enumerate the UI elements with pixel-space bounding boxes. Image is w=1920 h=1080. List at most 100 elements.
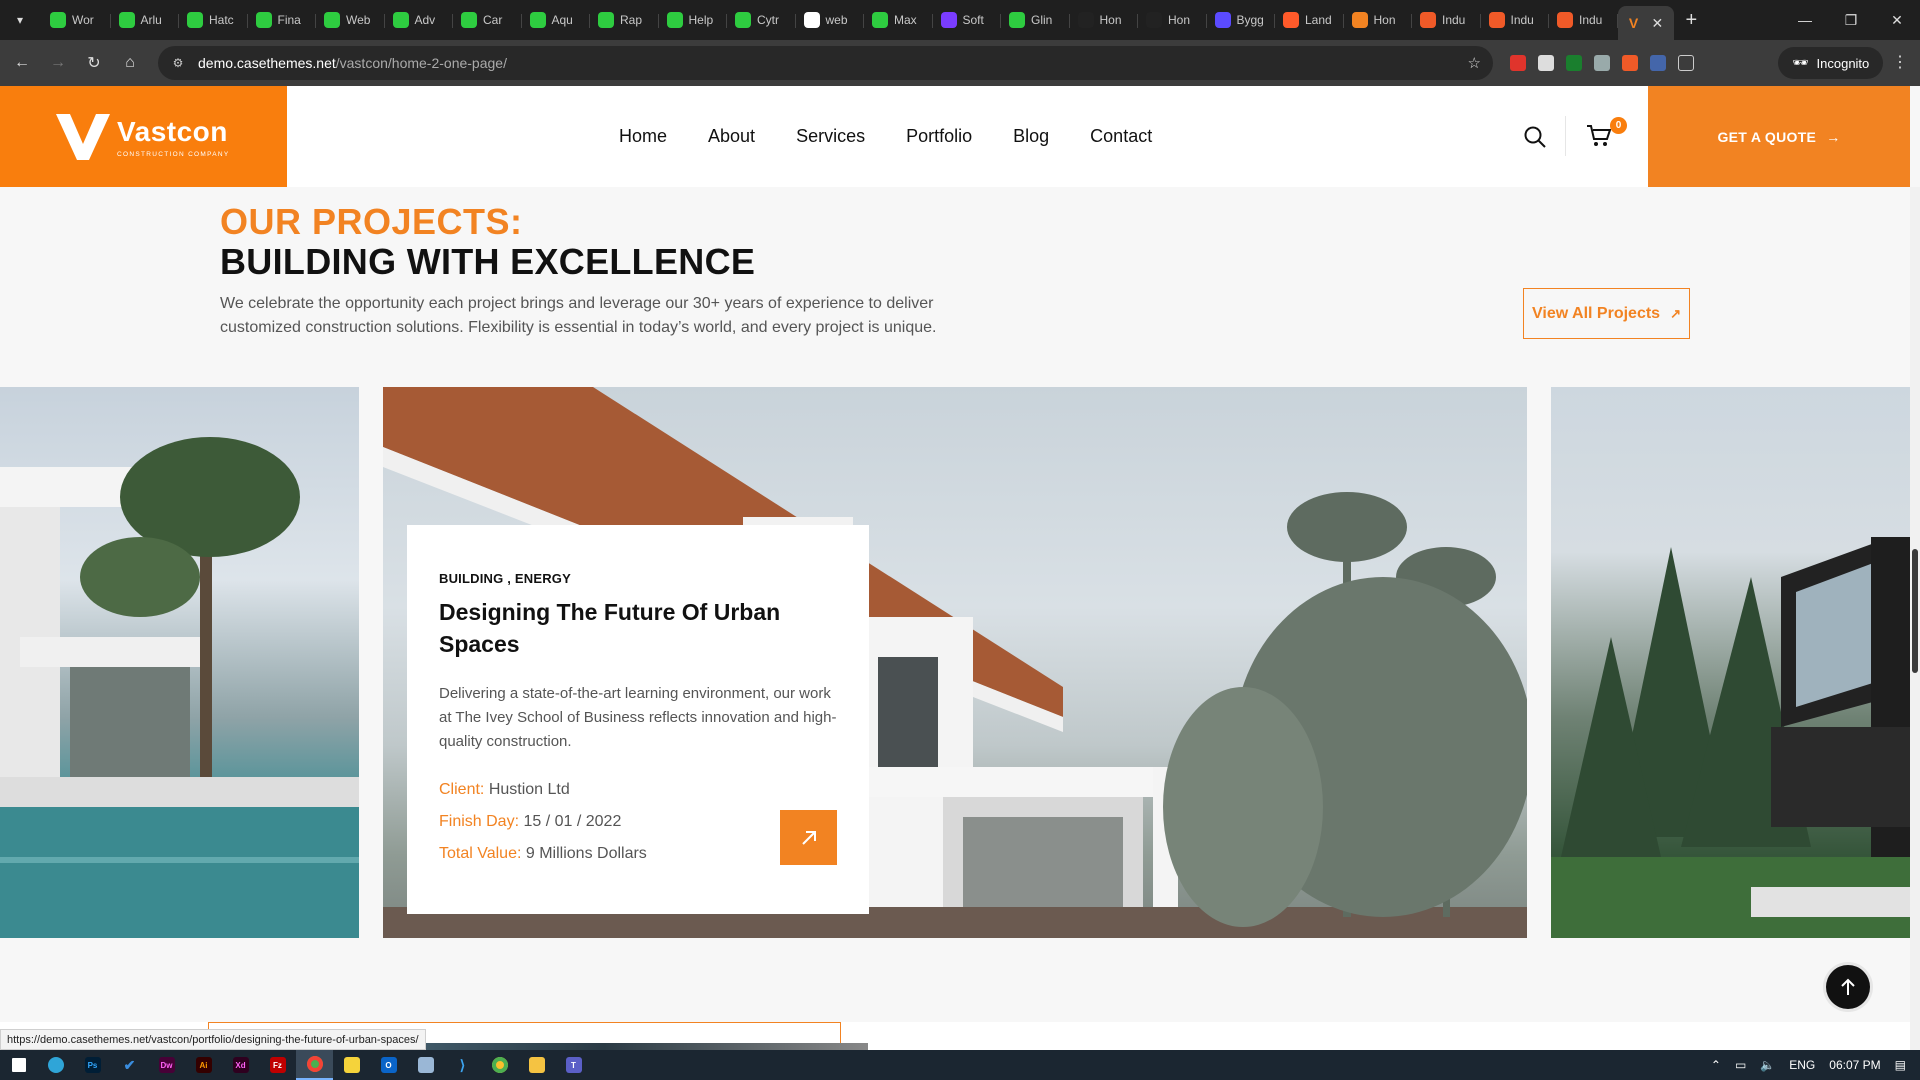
- illustrator-icon[interactable]: Ai: [185, 1050, 222, 1080]
- view-all-projects-button[interactable]: View All Projects ↗: [1523, 288, 1690, 339]
- sticky-notes-icon[interactable]: [333, 1050, 370, 1080]
- puzzle-extensions-icon[interactable]: [1678, 55, 1694, 71]
- photoshop-icon[interactable]: Ps: [74, 1050, 111, 1080]
- tray-chevron-icon[interactable]: ⌃: [1711, 1058, 1721, 1072]
- extension-icon[interactable]: [1566, 55, 1582, 71]
- browser-tab[interactable]: web: [796, 5, 865, 35]
- tab-favicon-icon: [255, 12, 272, 28]
- browser-tab[interactable]: Rap: [590, 5, 659, 35]
- restore-icon[interactable]: ❐: [1828, 0, 1874, 40]
- browser-tab[interactable]: Aqu: [522, 5, 591, 35]
- address-bar[interactable]: ⚙ demo.casethemes.net/vastcon/home-2-one…: [158, 46, 1493, 80]
- site-info-icon[interactable]: ⚙: [166, 56, 190, 70]
- search-icon[interactable]: [1523, 125, 1547, 149]
- browser-tab[interactable]: Indu: [1481, 5, 1550, 35]
- tab-label: Hon: [1168, 13, 1191, 27]
- reload-icon[interactable]: ↻: [76, 45, 112, 81]
- edge-icon[interactable]: [37, 1050, 74, 1080]
- project-categories[interactable]: BUILDING , ENERGY: [439, 571, 837, 586]
- browser-tab[interactable]: Glin: [1001, 5, 1070, 35]
- close-window-icon[interactable]: ✕: [1874, 0, 1920, 40]
- nav-home[interactable]: Home: [619, 126, 667, 147]
- project-image-right[interactable]: [1551, 387, 1910, 938]
- nav-blog[interactable]: Blog: [1013, 126, 1049, 147]
- minimize-icon[interactable]: —: [1782, 0, 1828, 40]
- browser-tab[interactable]: Land: [1275, 5, 1344, 35]
- tab-search-dropdown-icon[interactable]: ▾: [6, 6, 34, 34]
- browser-tab[interactable]: Arlu: [111, 5, 180, 35]
- browser-tab[interactable]: Indu: [1549, 5, 1618, 35]
- tab-label: Arlu: [140, 13, 162, 27]
- vastcon-logo-icon: [56, 114, 110, 160]
- nav-contact[interactable]: Contact: [1090, 126, 1152, 147]
- incognito-indicator[interactable]: 🕶 Incognito: [1778, 47, 1884, 79]
- xd-icon[interactable]: Xd: [222, 1050, 259, 1080]
- tab-label: Indu: [1442, 13, 1466, 27]
- camera-extension-icon[interactable]: [1594, 55, 1610, 71]
- filezilla-icon[interactable]: Fz: [259, 1050, 296, 1080]
- tab-favicon-icon: [118, 12, 135, 28]
- get-a-quote-button[interactable]: GET A QUOTE →: [1648, 86, 1910, 187]
- browser-tab[interactable]: Max: [864, 5, 933, 35]
- browser-tab[interactable]: Hatc: [179, 5, 248, 35]
- extension-icon[interactable]: [1650, 55, 1666, 71]
- notepad-icon[interactable]: [407, 1050, 444, 1080]
- tab-active[interactable]: V ✕: [1617, 6, 1674, 40]
- browser-tab[interactable]: Web: [316, 5, 385, 35]
- bookmark-star-icon[interactable]: ☆: [1468, 54, 1481, 72]
- dreamweaver-icon[interactable]: Dw: [148, 1050, 185, 1080]
- browser-menu-icon[interactable]: ⋮: [1892, 52, 1908, 72]
- browser-tab[interactable]: Wor: [42, 5, 111, 35]
- browser-tab[interactable]: Soft: [933, 5, 1002, 35]
- project-title[interactable]: Designing The Future Of Urban Spaces: [439, 596, 799, 660]
- extension-icon[interactable]: [1622, 55, 1638, 71]
- extension-icon[interactable]: [1510, 55, 1526, 71]
- browser-tab[interactable]: Adv: [385, 5, 454, 35]
- new-tab-button[interactable]: +: [1686, 9, 1698, 32]
- browser-tab[interactable]: Indu: [1412, 5, 1481, 35]
- tab-favicon-icon: [1488, 12, 1505, 28]
- outlook-icon[interactable]: O: [370, 1050, 407, 1080]
- todo-icon[interactable]: ✔: [111, 1050, 148, 1080]
- browser-tab[interactable]: Bygg: [1207, 5, 1276, 35]
- browser-tab[interactable]: Hon: [1344, 5, 1413, 35]
- scroll-to-top-button[interactable]: [1826, 965, 1870, 1009]
- project-image-left[interactable]: [0, 387, 359, 938]
- browser-tab[interactable]: Car: [453, 5, 522, 35]
- vscode-icon[interactable]: ⟩: [444, 1050, 481, 1080]
- project-link-button[interactable]: [780, 810, 837, 865]
- project-description: Delivering a state-of-the-art learning e…: [439, 685, 837, 750]
- nav-about[interactable]: About: [708, 126, 755, 147]
- back-icon[interactable]: ←: [4, 45, 40, 81]
- language-indicator[interactable]: ENG: [1789, 1058, 1815, 1072]
- browser-tab[interactable]: Cytr: [727, 5, 796, 35]
- file-explorer-icon[interactable]: [518, 1050, 555, 1080]
- project-meta: Client: Hustion Ltd Finish Day: 15 / 01 …: [439, 774, 837, 870]
- browser-tab[interactable]: Help: [659, 5, 728, 35]
- browser-tab[interactable]: Fina: [248, 5, 317, 35]
- extensions-area: [1510, 40, 1694, 86]
- tab-label: Car: [483, 13, 503, 27]
- browser-tab[interactable]: Hon: [1070, 5, 1139, 35]
- cart-icon[interactable]: [1586, 124, 1612, 148]
- chrome-taskbar-icon[interactable]: [296, 1050, 333, 1080]
- chrome-icon[interactable]: [481, 1050, 518, 1080]
- clock[interactable]: 06:07 PM: [1829, 1058, 1880, 1072]
- forward-icon[interactable]: →: [40, 45, 76, 81]
- teams-icon[interactable]: T: [555, 1050, 592, 1080]
- tab-label: Wor: [72, 13, 94, 27]
- close-tab-icon[interactable]: ✕: [1652, 15, 1664, 32]
- page-scrollbar-thumb[interactable]: [1912, 549, 1918, 673]
- nav-services[interactable]: Services: [796, 126, 865, 147]
- tab-label: Bygg: [1236, 13, 1264, 27]
- logo[interactable]: Vastcon CONSTRUCTION COMPANY: [0, 86, 287, 187]
- windows-taskbar: Ps ✔ Dw Ai Xd Fz O ⟩ T ⌃ ▭ 🔈 ENG 06:07 P…: [0, 1050, 1920, 1080]
- start-icon[interactable]: [0, 1050, 37, 1080]
- browser-tab[interactable]: Hon: [1138, 5, 1207, 35]
- extension-icon[interactable]: [1538, 55, 1554, 71]
- nav-portfolio[interactable]: Portfolio: [906, 126, 972, 147]
- notifications-icon[interactable]: ▤: [1895, 1058, 1906, 1072]
- volume-icon[interactable]: 🔈: [1760, 1058, 1775, 1072]
- network-icon[interactable]: ▭: [1735, 1058, 1746, 1072]
- home-icon[interactable]: ⌂: [112, 45, 148, 81]
